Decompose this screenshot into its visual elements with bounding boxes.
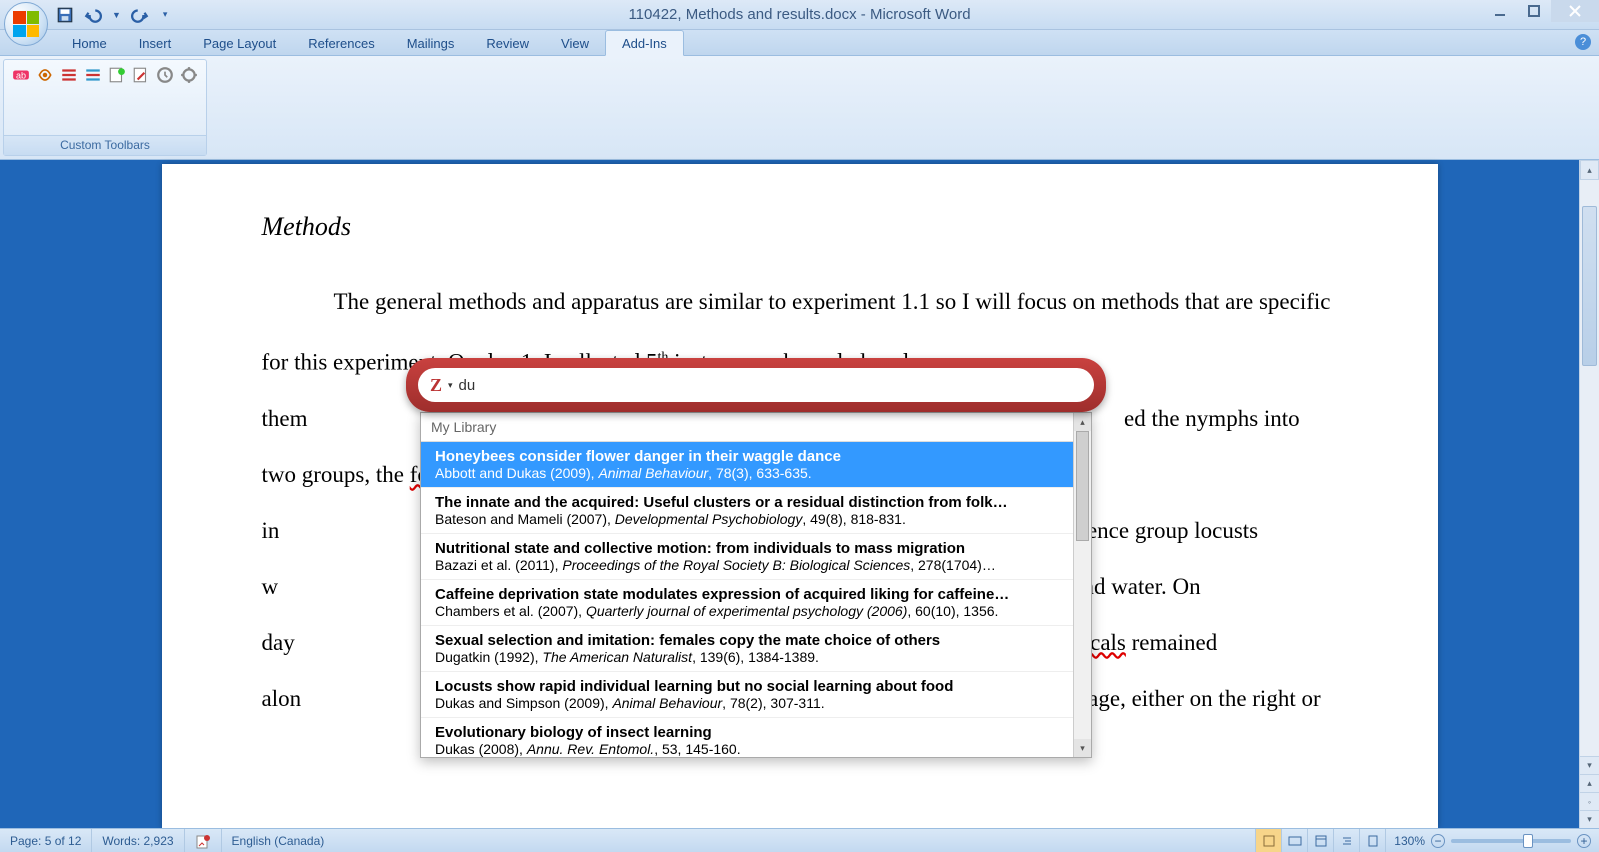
zoom-out-button[interactable]: − [1431, 834, 1445, 848]
window-controls [1483, 0, 1599, 22]
window-title: 110422, Methods and results.docx - Micro… [0, 6, 1599, 23]
zotero-result-item[interactable]: Honeybees consider flower danger in thei… [421, 442, 1091, 488]
zotero-result-item[interactable]: Evolutionary biology of insect learningD… [421, 718, 1091, 758]
zotero-result-item[interactable]: Sexual selection and imitation: females … [421, 626, 1091, 672]
help-icon[interactable]: ? [1575, 34, 1591, 50]
addin-icon-3[interactable] [60, 66, 78, 87]
view-web-layout-button[interactable] [1307, 829, 1333, 852]
addin-icon-8[interactable] [180, 66, 198, 87]
result-title: Sexual selection and imitation: females … [435, 632, 1077, 649]
prev-page-button: ▴ [1580, 774, 1599, 792]
result-title: Evolutionary biology of insect learning [435, 724, 1077, 741]
zoom-level[interactable]: 130% [1394, 834, 1425, 848]
browse-object-button[interactable]: ◦ [1580, 792, 1599, 810]
result-meta: Abbott and Dukas (2009), Animal Behaviou… [435, 465, 1077, 481]
zoom-in-button[interactable]: + [1577, 834, 1591, 848]
undo-dropdown-icon[interactable]: ▼ [112, 10, 121, 20]
zotero-library-header: My Library [421, 413, 1091, 442]
result-meta: Dukas and Simpson (2009), Animal Behavio… [435, 695, 1077, 711]
scroll-thumb[interactable] [1076, 431, 1089, 541]
result-meta: Bazazi et al. (2011), Proceedings of the… [435, 557, 1077, 573]
addin-icon-4[interactable] [84, 66, 102, 87]
ribbon-group-custom-toolbars: ab Custom Toolbars [3, 59, 207, 156]
svg-text:ab: ab [16, 70, 26, 80]
tab-review[interactable]: Review [470, 31, 545, 55]
ribbon-tabs: Home Insert Page Layout References Maili… [0, 30, 1599, 56]
office-logo-icon [13, 11, 39, 37]
scroll-up-button[interactable]: ▴ [1580, 160, 1599, 180]
scroll-down-button[interactable]: ▾ [1580, 756, 1599, 774]
view-full-screen-button[interactable] [1281, 829, 1307, 852]
result-meta: Dukas (2008), Annu. Rev. Entomol., 53, 1… [435, 741, 1077, 757]
ribbon-group-label: Custom Toolbars [4, 135, 206, 155]
zotero-query-text: du [459, 377, 476, 394]
view-print-layout-button[interactable] [1255, 829, 1281, 852]
tab-references[interactable]: References [292, 31, 390, 55]
ribbon: ab Custom Toolbars [0, 56, 1599, 160]
zotero-search-input[interactable]: Z ▾ du [418, 368, 1094, 402]
vertical-scrollbar[interactable]: ▴ ▾ ▴ ◦ ▾ [1579, 160, 1599, 828]
view-draft-button[interactable] [1359, 829, 1385, 852]
office-button[interactable] [4, 2, 48, 46]
status-words[interactable]: Words: 2,923 [92, 829, 184, 852]
zotero-result-item[interactable]: Nutritional state and collective motion:… [421, 534, 1091, 580]
zoom-slider-thumb[interactable] [1523, 834, 1533, 848]
quick-access-toolbar: ▼ ▾ [56, 6, 167, 24]
status-language[interactable]: English (Canada) [222, 829, 335, 852]
zotero-result-item[interactable]: Caffeine deprivation state modulates exp… [421, 580, 1091, 626]
save-icon[interactable] [56, 6, 74, 24]
result-title: Caffeine deprivation state modulates exp… [435, 586, 1077, 603]
result-meta: Dugatkin (1992), The American Naturalist… [435, 649, 1077, 665]
tab-page-layout[interactable]: Page Layout [187, 31, 292, 55]
qat-customize-icon[interactable]: ▾ [163, 9, 168, 20]
zotero-dropdown-icon[interactable]: ▾ [448, 380, 453, 391]
scroll-thumb[interactable] [1582, 206, 1597, 366]
heading-methods: Methods [262, 212, 1338, 242]
zotero-logo-icon: Z [430, 375, 442, 396]
scroll-up-icon[interactable]: ▴ [1074, 413, 1091, 431]
titlebar: ▼ ▾ 110422, Methods and results.docx - M… [0, 0, 1599, 30]
result-title: Nutritional state and collective motion:… [435, 540, 1077, 557]
zoom-control: 130% − + [1385, 829, 1599, 852]
maximize-button[interactable] [1517, 0, 1551, 22]
zotero-result-item[interactable]: The innate and the acquired: Useful clus… [421, 488, 1091, 534]
zoom-slider[interactable] [1451, 839, 1571, 843]
addin-icon-2[interactable] [36, 66, 54, 87]
result-title: Honeybees consider flower danger in thei… [435, 448, 1077, 465]
zotero-results-list: My Library Honeybees consider flower dan… [420, 412, 1092, 758]
zotero-citation-bar: Z ▾ du [406, 358, 1106, 412]
undo-icon[interactable] [84, 6, 102, 24]
result-meta: Chambers et al. (2007), Quarterly journa… [435, 603, 1077, 619]
tab-add-ins[interactable]: Add-Ins [605, 30, 684, 56]
tab-view[interactable]: View [545, 31, 605, 55]
addin-icon-7[interactable] [156, 66, 174, 87]
redo-icon[interactable] [131, 6, 149, 24]
view-outline-button[interactable] [1333, 829, 1359, 852]
addin-icon-1[interactable]: ab [12, 66, 30, 87]
zotero-list-scrollbar[interactable]: ▴ ▾ [1073, 413, 1091, 757]
close-button[interactable] [1551, 0, 1599, 22]
scroll-down-icon[interactable]: ▾ [1074, 739, 1091, 757]
minimize-button[interactable] [1483, 0, 1517, 22]
addin-icon-5[interactable] [108, 66, 126, 87]
result-meta: Bateson and Mameli (2007), Developmental… [435, 511, 1077, 527]
zotero-result-item[interactable]: Locusts show rapid individual learning b… [421, 672, 1091, 718]
tab-home[interactable]: Home [56, 31, 123, 55]
result-title: Locusts show rapid individual learning b… [435, 678, 1077, 695]
tab-insert[interactable]: Insert [123, 31, 188, 55]
next-page-button[interactable]: ▾ [1580, 810, 1599, 828]
status-proofing[interactable] [185, 829, 222, 852]
addin-icon-6[interactable] [132, 66, 150, 87]
tab-mailings[interactable]: Mailings [391, 31, 471, 55]
status-bar: Page: 5 of 12 Words: 2,923 English (Cana… [0, 828, 1599, 852]
status-page[interactable]: Page: 5 of 12 [0, 829, 92, 852]
result-title: The innate and the acquired: Useful clus… [435, 494, 1077, 511]
